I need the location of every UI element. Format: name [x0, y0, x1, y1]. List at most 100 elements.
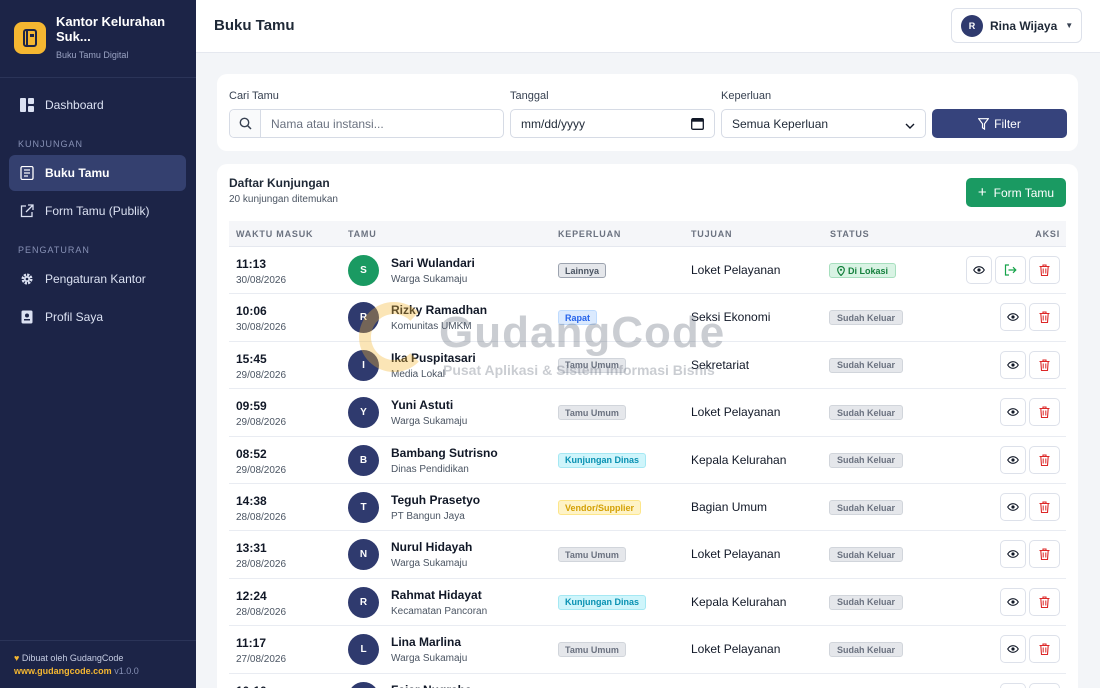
calendar-icon[interactable] — [691, 117, 704, 133]
view-button[interactable] — [966, 256, 992, 284]
delete-button[interactable] — [1029, 635, 1060, 664]
row-actions — [1000, 635, 1060, 664]
guest-cell: Fajar Nugraha — [391, 683, 472, 688]
search-input[interactable] — [261, 110, 503, 137]
guest-institution: Warga Sukamaju — [391, 558, 468, 570]
entry-date: 30/08/2026 — [236, 322, 287, 334]
view-button[interactable] — [1000, 445, 1026, 474]
date-input[interactable]: mm/dd/yyyy — [510, 109, 715, 138]
filter-button[interactable]: Filter — [932, 109, 1067, 138]
entry-time-cell: 12:24 28/08/2026 — [236, 589, 286, 618]
guest-name: Ika Puspitasari — [391, 350, 476, 365]
column-header: TUJUAN — [691, 229, 733, 239]
status-badge: Sudah Keluar — [829, 405, 904, 421]
sidebar-item-form-tamu[interactable]: Form Tamu (Publik) — [9, 193, 186, 229]
eye-icon — [1007, 503, 1019, 511]
delete-button[interactable] — [1029, 493, 1060, 521]
dashboard-icon — [19, 97, 35, 113]
trash-icon — [1039, 359, 1050, 371]
table-row: 12:24 28/08/2026 R Rahmat Hidayat Kecamatan … — [229, 579, 1066, 627]
delete-button[interactable] — [1029, 682, 1060, 688]
status-badge: Sudah Keluar — [829, 310, 904, 326]
entry-time-cell: 13:31 28/08/2026 — [236, 541, 286, 570]
entry-time: 11:13 — [236, 257, 267, 271]
delete-button[interactable] — [1029, 256, 1060, 284]
brand-subtitle: Buku Tamu Digital — [56, 50, 129, 60]
delete-button[interactable] — [1029, 398, 1060, 427]
date-value: mm/dd/yyyy — [521, 116, 586, 131]
filter-card: Cari Tamu Tanggal mm/dd/yyyy Keperluan S… — [217, 74, 1078, 151]
view-button[interactable] — [1000, 635, 1026, 664]
trash-icon — [1039, 501, 1050, 513]
sidebar-item-buku-tamu[interactable]: Buku Tamu — [9, 155, 186, 191]
column-header: STATUS — [830, 229, 870, 239]
delete-button[interactable] — [1029, 587, 1060, 616]
trash-icon — [1039, 311, 1050, 324]
delete-button[interactable] — [1029, 303, 1060, 332]
avatar: N — [348, 539, 379, 571]
status-badge: Sudah Keluar — [829, 642, 904, 658]
delete-button[interactable] — [1029, 540, 1060, 569]
guest-cell: Yuni Astuti Warga Sukamaju — [391, 398, 467, 427]
sidebar-item-pengaturan-kantor[interactable]: Pengaturan Kantor — [9, 261, 186, 297]
purpose-label: Keperluan — [721, 90, 772, 102]
eye-icon — [1007, 550, 1019, 559]
guest-cell: Bambang Sutrisno Dinas Pendidikan — [391, 446, 498, 475]
sidebar-item-label: Form Tamu (Publik) — [45, 204, 150, 218]
guest-name: Rizky Ramadhan — [391, 303, 488, 318]
entry-time-cell: 15:45 29/08/2026 — [236, 352, 286, 381]
delete-button[interactable] — [1029, 350, 1060, 379]
add-guest-button[interactable]: + Form Tamu — [966, 178, 1066, 207]
table-header: WAKTU MASUK TAMU KEPERLUAN TUJUAN STATUS… — [229, 221, 1066, 247]
purpose-badge: Rapat — [558, 310, 598, 326]
view-button[interactable] — [1000, 587, 1026, 616]
purpose-select[interactable]: Semua Keperluan — [721, 109, 926, 138]
sidebar-item-dashboard[interactable]: Dashboard — [9, 87, 186, 123]
avatar: S — [348, 255, 379, 286]
footer-site-link[interactable]: www.gudangcode.com — [14, 666, 112, 676]
destination: Kepala Kelurahan — [691, 452, 787, 467]
guest-cell: Nurul Hidayah Warga Sukamaju — [391, 540, 472, 569]
nav-section-pengaturan: PENGATURAN — [18, 245, 90, 255]
guest-name: Lina Marlina — [391, 635, 462, 650]
row-actions — [1000, 398, 1060, 427]
entry-time-cell: 08:52 29/08/2026 — [236, 447, 286, 476]
sidebar-item-profil-saya[interactable]: Profil Saya — [9, 299, 186, 335]
gear-icon — [19, 271, 35, 287]
funnel-icon — [978, 117, 990, 130]
purpose-badge: Tamu Umum — [558, 547, 626, 563]
date-label: Tanggal — [510, 90, 549, 102]
view-button[interactable] — [1000, 398, 1026, 427]
guest-cell: Lina Marlina Warga Sukamaju — [391, 635, 467, 664]
checkout-button[interactable] — [995, 256, 1026, 284]
external-link-icon — [19, 203, 35, 219]
view-button[interactable] — [1000, 682, 1026, 688]
view-button[interactable] — [1000, 493, 1026, 521]
avatar: R — [961, 14, 983, 37]
entry-time-cell: 10:06 30/08/2026 — [236, 304, 286, 333]
trash-icon — [1039, 406, 1050, 419]
guest-name: Fajar Nugraha — [391, 683, 472, 688]
guest-cell: Ika Puspitasari Media Lokal — [391, 351, 476, 380]
row-actions — [1000, 587, 1060, 616]
user-menu-button[interactable]: R Rina Wijaya ▼ — [951, 8, 1082, 43]
avatar: R — [348, 586, 379, 618]
trash-icon — [1039, 548, 1050, 561]
nav-section-kunjungan: KUNJUNGAN — [18, 139, 84, 149]
guest-cell: Teguh Prasetyo PT Bangun Jaya — [391, 493, 480, 522]
purpose-selected-value: Semua Keperluan — [732, 116, 829, 131]
entry-date: 29/08/2026 — [236, 417, 287, 429]
sidebar-item-label: Buku Tamu — [45, 166, 110, 180]
table-row: 14:38 28/08/2026 T Teguh Prasetyo PT Bangun … — [229, 484, 1066, 532]
purpose-badge: Tamu Umum — [558, 405, 626, 421]
guest-name: Bambang Sutrisno — [391, 445, 498, 460]
view-button[interactable] — [1000, 350, 1026, 379]
chevron-down-icon — [905, 119, 915, 133]
view-button[interactable] — [1000, 303, 1026, 332]
column-header: WAKTU MASUK — [236, 229, 314, 239]
trash-icon — [1039, 454, 1050, 466]
status-text: Di Lokasi — [848, 265, 889, 276]
view-button[interactable] — [1000, 540, 1026, 569]
delete-button[interactable] — [1029, 445, 1060, 474]
table-row: 08:52 29/08/2026 B Bambang Sutrisno Dinas Pe… — [229, 437, 1066, 484]
